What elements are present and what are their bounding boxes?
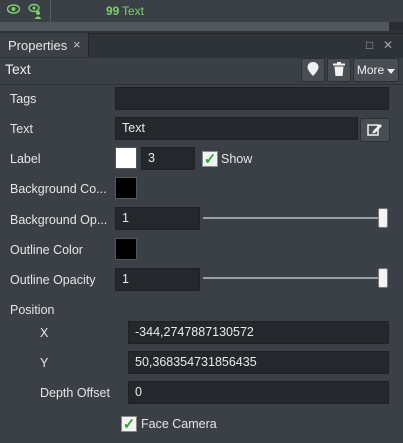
position-label: Position (10, 303, 55, 317)
tags-label: Tags (10, 92, 37, 106)
text-input[interactable]: Text (115, 117, 358, 140)
visibility-icon[interactable] (6, 4, 21, 17)
checkmark-icon: ✓ (203, 150, 217, 168)
face-camera-checkbox[interactable]: ✓ (121, 416, 137, 432)
tab-label: Properties (8, 38, 68, 53)
list-row[interactable] (0, 0, 403, 22)
position-x-input[interactable]: -344,2747887130572 (128, 321, 389, 344)
horizontal-scrollbar[interactable] (0, 22, 389, 31)
outline-opacity-input[interactable]: 1 (115, 268, 200, 291)
checkmark-icon: ✓ (122, 415, 136, 433)
text-label: Text (10, 122, 33, 136)
tab-properties[interactable]: Properties × (0, 33, 89, 57)
depth-offset-label: Depth Offset (40, 386, 110, 400)
row-text: Text (122, 4, 145, 18)
depth-offset-input[interactable]: 0 (128, 381, 389, 404)
tags-input[interactable] (115, 87, 389, 110)
edit-text-button[interactable] (360, 118, 390, 142)
show-checkbox[interactable]: ✓ (202, 151, 218, 167)
background-opacity-label: Background Op... (10, 213, 108, 227)
panel-close-icon[interactable]: ✕ (383, 38, 393, 52)
caret-down-icon (387, 63, 396, 77)
label-size-input[interactable]: 3 (141, 147, 195, 170)
quote-icon: 99 (106, 4, 120, 18)
edit-icon (367, 122, 383, 139)
outline-opacity-slider[interactable] (203, 277, 383, 279)
outline-color-swatch[interactable] (115, 238, 137, 260)
page-title: Text (5, 61, 31, 77)
background-opacity-input[interactable]: 1 (115, 207, 200, 230)
list-area: 99 Text (0, 0, 403, 33)
divider (0, 84, 403, 85)
tab-close-icon[interactable]: × (73, 37, 81, 52)
label-label: Label (10, 152, 41, 166)
background-opacity-slider[interactable] (203, 217, 383, 219)
position-y-input[interactable]: 50,368354731856435 (128, 351, 389, 374)
background-color-label: Background Co... (10, 182, 107, 196)
more-label: More (356, 63, 385, 77)
show-label: Show (221, 152, 253, 166)
column-divider (50, 0, 51, 22)
outline-color-label: Outline Color (10, 243, 83, 257)
face-camera-label: Face Camera (141, 417, 217, 431)
scrollbar-corner (389, 22, 403, 31)
user-visibility-icon[interactable] (28, 3, 44, 22)
trash-icon (333, 61, 345, 79)
position-x-label: X (40, 326, 49, 340)
map-pin-icon (307, 61, 319, 79)
outline-opacity-label: Outline Opacity (10, 273, 96, 287)
delete-button[interactable] (327, 58, 351, 82)
background-opacity-slider-thumb[interactable] (378, 208, 388, 228)
pin-button[interactable] (301, 58, 325, 82)
more-button[interactable]: More (353, 58, 399, 82)
outline-opacity-slider-thumb[interactable] (378, 268, 388, 288)
position-y-label: Y (40, 356, 49, 370)
background-color-swatch[interactable] (115, 177, 137, 199)
label-color-swatch[interactable] (115, 147, 137, 169)
restore-icon[interactable]: □ (366, 38, 373, 52)
